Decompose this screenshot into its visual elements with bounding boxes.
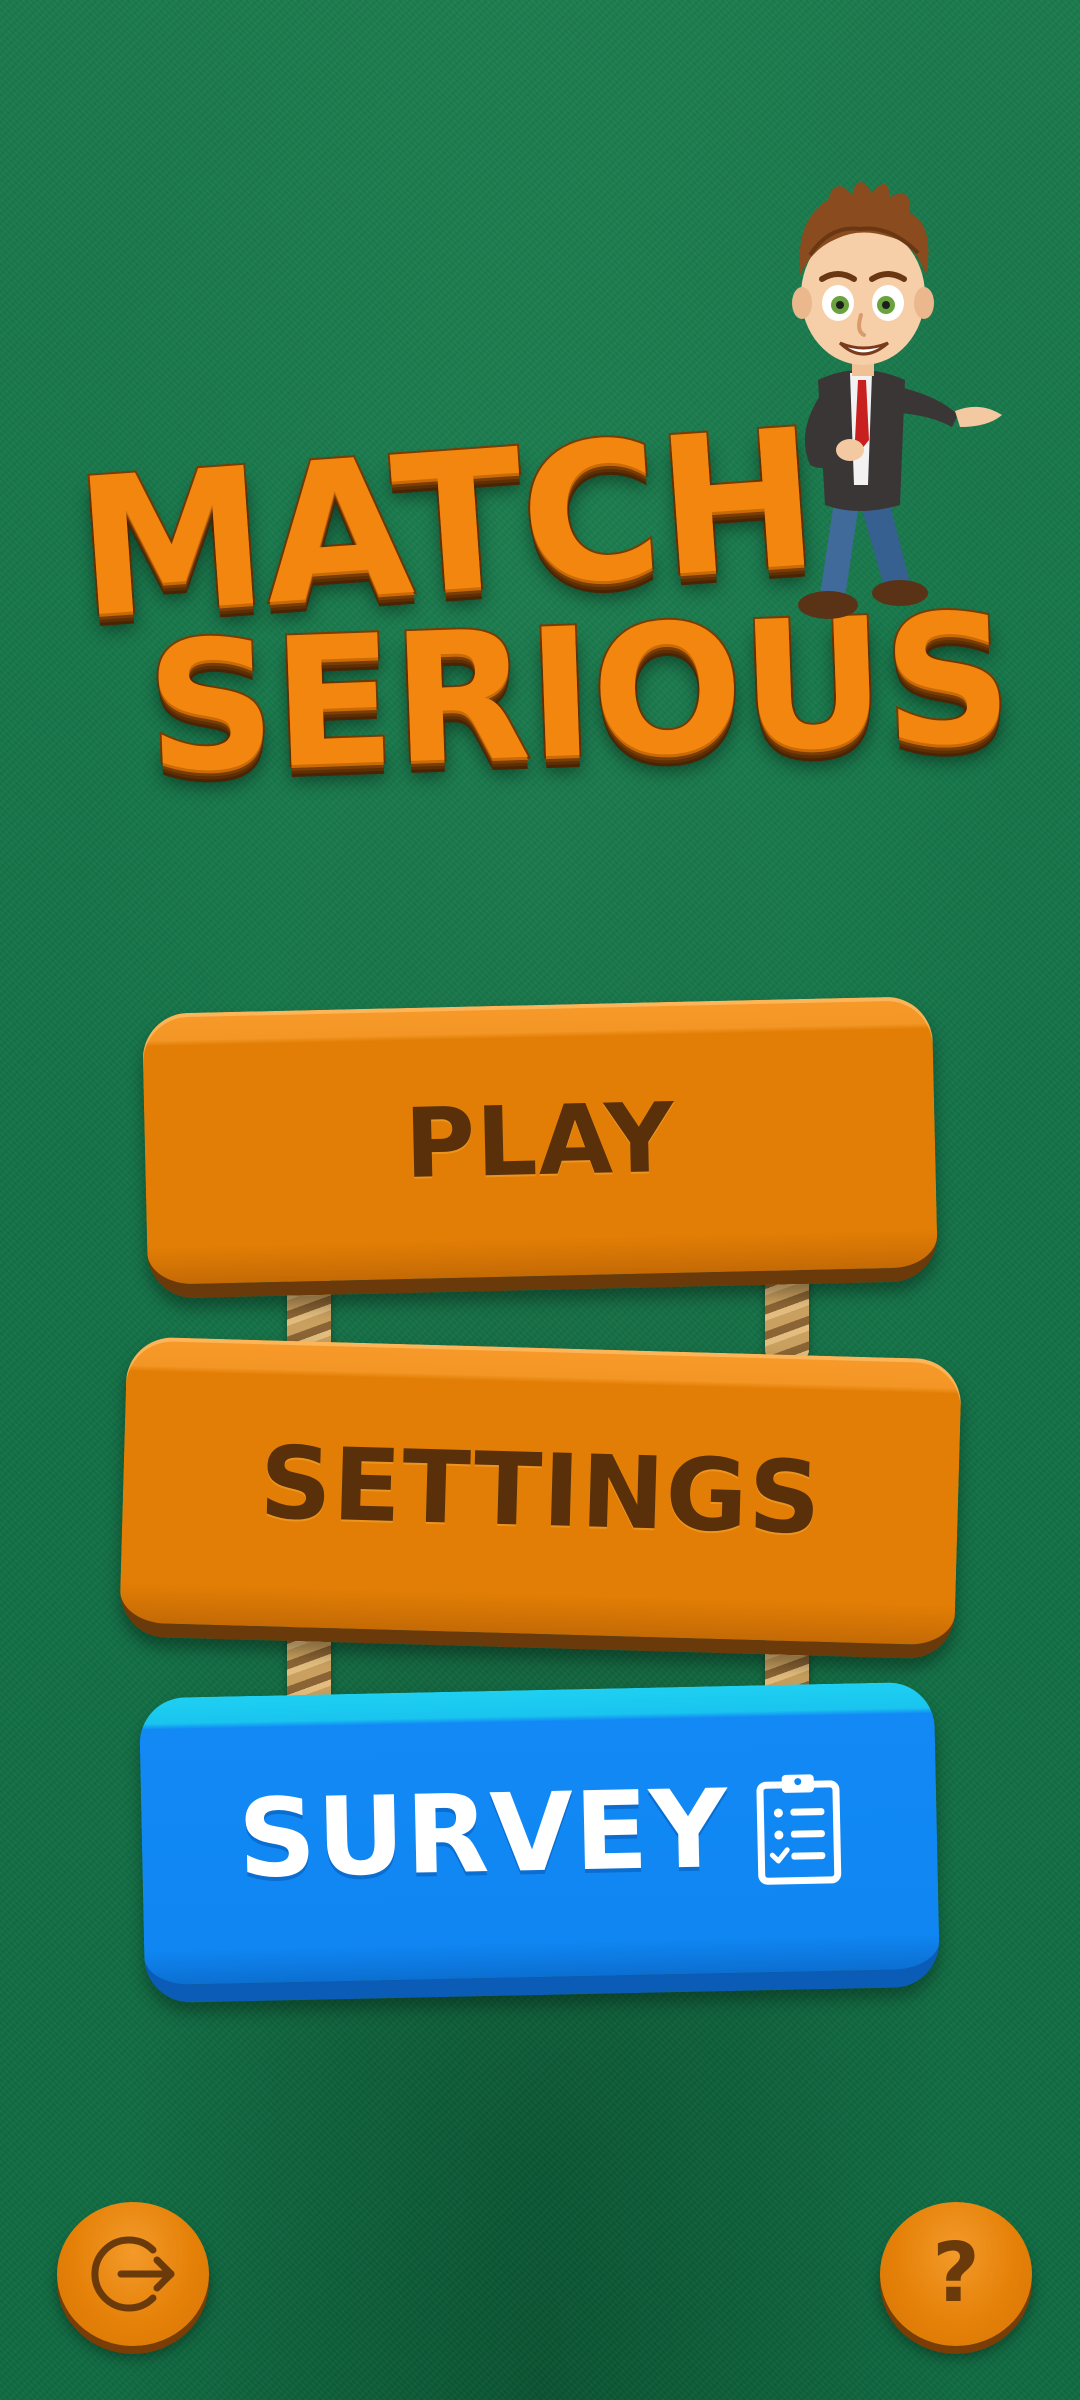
play-button[interactable]: PLAY xyxy=(141,996,939,1299)
survey-button-label: SURVEY xyxy=(236,1766,730,1902)
settings-button-label: SETTINGS xyxy=(258,1424,824,1557)
settings-button[interactable]: SETTINGS xyxy=(118,1336,963,1660)
exit-icon xyxy=(91,2236,175,2312)
clipboard-checklist-icon xyxy=(756,1773,841,1885)
exit-button[interactable] xyxy=(57,2202,209,2346)
help-icon: ? xyxy=(932,2226,980,2321)
help-button[interactable]: ? xyxy=(880,2202,1032,2346)
mascot-character xyxy=(792,181,1002,619)
survey-button[interactable]: SURVEY xyxy=(138,1681,941,2004)
play-button-label: PLAY xyxy=(403,1081,677,1200)
